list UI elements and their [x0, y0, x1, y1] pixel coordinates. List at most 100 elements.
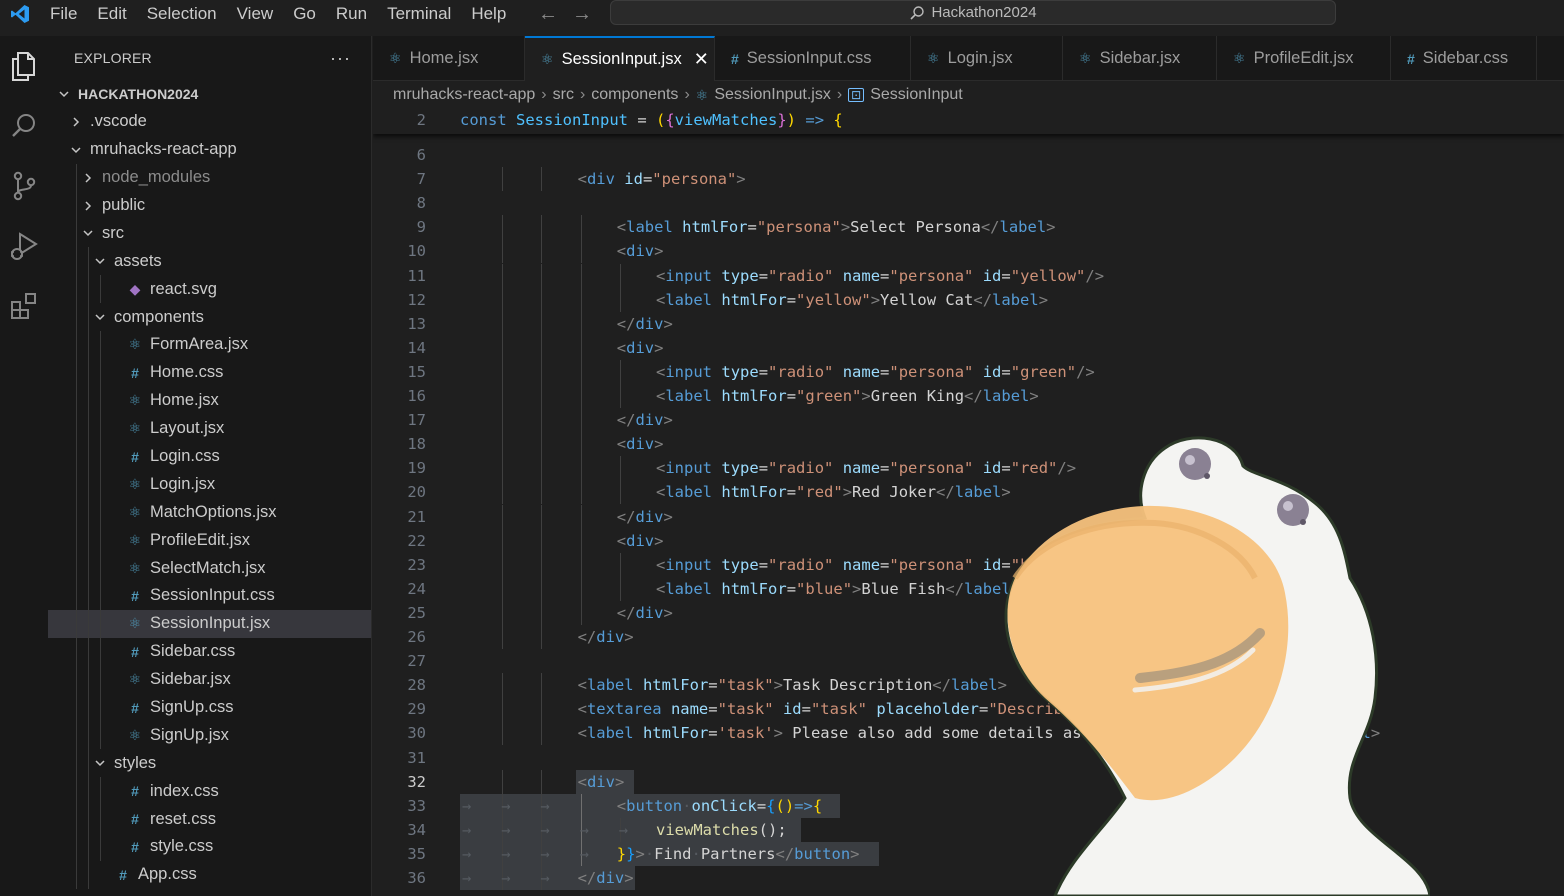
indent-guide: [502, 600, 504, 625]
code-line[interactable]: 16 <label htmlFor="green">Green King</lab…: [373, 384, 1564, 409]
react-file-icon: ⚛: [128, 671, 142, 688]
file-reset-css[interactable]: # reset.css: [48, 805, 371, 834]
file-login-jsx[interactable]: ⚛ Login.jsx: [48, 470, 371, 499]
file-login-css[interactable]: # Login.css: [48, 442, 371, 471]
menu-item-go[interactable]: Go: [283, 0, 326, 28]
explorer-icon[interactable]: [0, 36, 48, 96]
code-line[interactable]: 8: [373, 191, 1564, 215]
file-sessioninput-jsx[interactable]: ⚛ SessionInput.jsx: [48, 609, 371, 638]
folder-hackathon2024[interactable]: HACKATHON2024: [48, 80, 371, 108]
file-matchoptions-jsx[interactable]: ⚛ MatchOptions.jsx: [48, 498, 371, 527]
file-sessioninput-css[interactable]: # SessionInput.css: [48, 582, 371, 610]
file-selectmatch-jsx[interactable]: ⚛ SelectMatch.jsx: [48, 554, 371, 583]
file-sidebar-jsx[interactable]: ⚛ Sidebar.jsx: [48, 665, 371, 694]
code-token: =: [786, 387, 797, 405]
folder-mruhacks-react-app[interactable]: mruhacks-react-app: [48, 136, 371, 164]
tree-item-label: react.svg: [150, 279, 217, 298]
whitespace-tab-marker: →: [540, 844, 550, 863]
tab-sidebar-jsx[interactable]: ⚛ Sidebar.jsx: [1063, 36, 1217, 81]
back-arrow-icon[interactable]: ←: [538, 3, 558, 26]
indent-guide: [502, 769, 504, 794]
title-bar: File Edit Selection View Go Run Terminal Help ←…: [0, 0, 1564, 28]
file-sidebar-css[interactable]: # Sidebar.css: [48, 637, 371, 666]
folder-src[interactable]: src: [48, 219, 371, 248]
breadcrumb-item-sessioninput-jsx[interactable]: SessionInput.jsx: [714, 86, 831, 104]
menu-item-edit[interactable]: Edit: [87, 0, 136, 28]
run-debug-icon[interactable]: [0, 216, 48, 276]
menu-item-help[interactable]: Help: [461, 0, 516, 28]
indent-guide: [88, 358, 89, 387]
indent-guide: [619, 359, 621, 384]
menu-item-run[interactable]: Run: [326, 0, 377, 28]
forward-arrow-icon[interactable]: →: [572, 3, 592, 26]
tab-label: SessionInput.css: [746, 49, 872, 67]
menu-item-view[interactable]: View: [227, 0, 284, 28]
file-signup-css[interactable]: # SignUp.css: [48, 693, 371, 722]
breadcrumb-item-mruhacks-react-app[interactable]: mruhacks-react-app: [393, 86, 535, 104]
code-token: />: [1076, 362, 1095, 381]
more-actions-icon[interactable]: ···: [330, 48, 351, 69]
file-style-css[interactable]: # style.css: [48, 833, 371, 861]
menu-item-terminal[interactable]: Terminal: [377, 0, 461, 28]
breadcrumb-item-components[interactable]: components: [591, 86, 678, 104]
folder-public[interactable]: public: [48, 191, 371, 220]
extensions-icon[interactable]: [0, 276, 48, 336]
code-text: </div>: [617, 505, 673, 529]
code-token: {: [833, 111, 843, 129]
code-line[interactable]: 13 </div>: [373, 311, 1564, 336]
source-control-icon[interactable]: [0, 156, 48, 216]
sticky-scroll-line[interactable]: 2 const SessionInput = ({viewMatches}) =>…: [373, 108, 1564, 134]
close-icon[interactable]: ✕: [694, 49, 709, 70]
folder-vscode[interactable]: .vscode: [48, 108, 371, 136]
code-line[interactable]: 9 <label htmlFor="persona">Select Persona…: [373, 215, 1564, 240]
folder-styles[interactable]: styles: [48, 749, 371, 778]
breadcrumb-item-src[interactable]: src: [553, 86, 574, 104]
code-token: >: [842, 483, 853, 502]
code-line[interactable]: 6: [373, 143, 1564, 167]
code-token: 'task': [717, 724, 774, 743]
tree-item-label: FormArea.jsx: [150, 335, 249, 354]
css-file-icon: #: [131, 838, 139, 855]
code-line[interactable]: 7 <div id="persona">: [373, 167, 1564, 192]
line-number: 8: [416, 194, 426, 213]
file-signup-jsx[interactable]: ⚛ SignUp.jsx: [48, 721, 371, 750]
tab-home-jsx[interactable]: ⚛ Home.jsx: [373, 36, 525, 81]
indent-guide: [541, 721, 543, 746]
folder-assets[interactable]: assets: [48, 247, 371, 276]
code-token: ): [786, 111, 797, 129]
code-line[interactable]: 15 <input type="radio" name="persona" id=…: [373, 359, 1564, 384]
command-center-search[interactable]: Hackathon2024: [610, 0, 1336, 25]
indent-guide: [541, 600, 543, 625]
code-line[interactable]: 12 <label htmlFor="yellow">Yellow Cat</la…: [373, 287, 1564, 312]
code-line[interactable]: 14 <div>: [373, 335, 1564, 360]
tab-sessioninput-jsx[interactable]: ⚛ SessionInput.jsx ✕: [525, 36, 715, 81]
file-profileedit-jsx[interactable]: ⚛ ProfileEdit.jsx: [48, 526, 371, 555]
tab-sidebar-css[interactable]: # Sidebar.css: [1391, 36, 1537, 81]
code-line[interactable]: 10 <div>: [373, 239, 1564, 264]
file-layout-jsx[interactable]: ⚛ Layout.jsx: [48, 414, 371, 443]
indent-guide: [580, 793, 582, 818]
file-react-svg[interactable]: ◆ react.svg: [48, 275, 371, 304]
file-app-css[interactable]: # App.css: [48, 860, 371, 889]
tab-login-jsx[interactable]: ⚛ Login.jsx: [911, 36, 1063, 81]
menu-item-selection[interactable]: Selection: [137, 0, 227, 28]
menu-item-file[interactable]: File: [40, 0, 87, 28]
tab-profileedit-jsx[interactable]: ⚛ ProfileEdit.jsx: [1217, 36, 1391, 81]
file-formarea-jsx[interactable]: ⚛ FormArea.jsx: [48, 331, 371, 359]
code-token: <: [577, 724, 587, 743]
indent-guide: [100, 665, 101, 694]
code-text: <label htmlFor="persona">Select Persona<…: [617, 215, 1056, 239]
indent-guide: [580, 335, 582, 360]
file-home-jsx[interactable]: ⚛ Home.jsx: [48, 386, 371, 415]
search-icon[interactable]: [0, 96, 48, 156]
code-token: >: [654, 531, 664, 550]
folder-components[interactable]: components: [48, 303, 371, 332]
file-home-css[interactable]: # Home.css: [48, 358, 371, 387]
tab-sessioninput-css[interactable]: # SessionInput.css: [715, 36, 911, 81]
breadcrumb-item-sessioninput[interactable]: SessionInput: [870, 86, 963, 104]
code-text: viewMatches();: [656, 818, 787, 842]
folder-node-modules[interactable]: node_modules: [48, 163, 371, 192]
code-line[interactable]: 11 <input type="radio" name="persona" id=…: [373, 263, 1564, 288]
file-index-css[interactable]: # index.css: [48, 777, 371, 806]
